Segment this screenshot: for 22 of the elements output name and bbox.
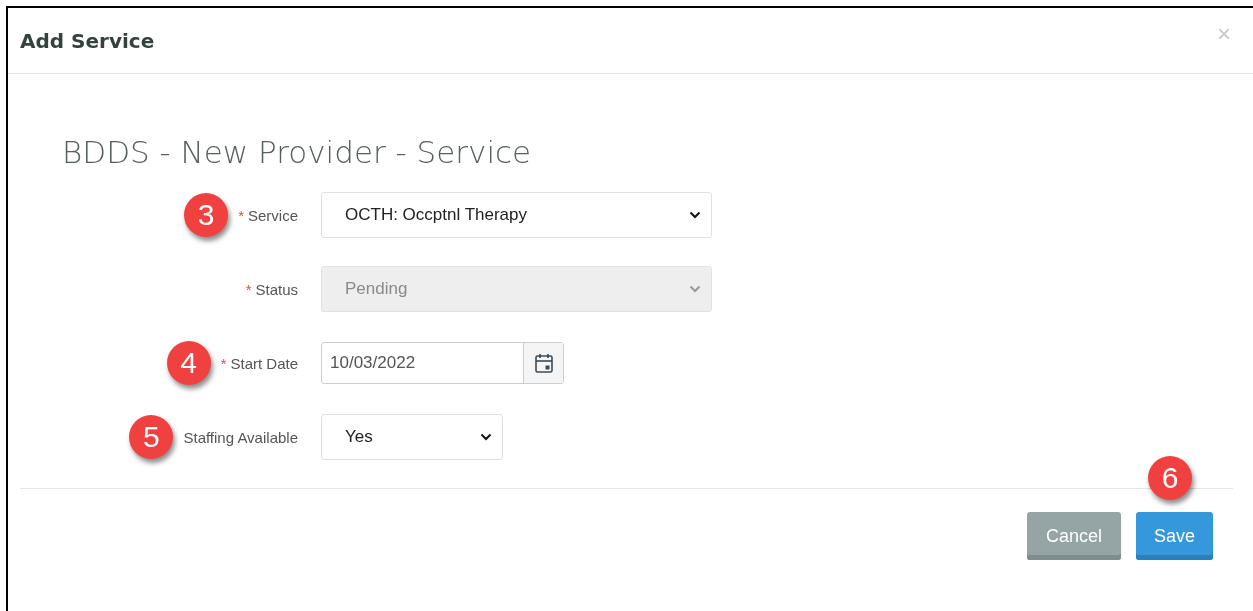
required-asterisk: * bbox=[220, 354, 227, 372]
callout-badge: 6 bbox=[1148, 456, 1192, 500]
dropdown-field[interactable]: Yes bbox=[321, 414, 503, 460]
required-asterisk: * bbox=[245, 280, 252, 298]
calendar-icon bbox=[534, 353, 553, 373]
dropdown-field[interactable]: OCTH: Occptnl Therapy bbox=[321, 192, 712, 238]
field-label: Staffing Available bbox=[183, 428, 298, 446]
calendar-button[interactable] bbox=[523, 343, 563, 383]
form-heading: BDDS - New Provider - Service bbox=[62, 134, 533, 170]
required-asterisk: * bbox=[238, 206, 244, 224]
callout-badge: 4 bbox=[166, 341, 211, 385]
date-field[interactable]: 10/03/2022 bbox=[321, 342, 564, 384]
callout-badge: 3 bbox=[184, 193, 229, 237]
field-label: Service bbox=[247, 206, 298, 224]
chevron-icon bbox=[480, 433, 492, 441]
field-label: Start Date bbox=[230, 354, 298, 372]
cancel-button[interactable]: Cancel bbox=[1027, 512, 1121, 560]
dialog-title: Add Service bbox=[20, 28, 155, 53]
chevron-icon bbox=[689, 285, 701, 293]
callout-badge: 5 bbox=[129, 415, 174, 459]
chevron-icon bbox=[689, 211, 701, 219]
field-label: Status bbox=[255, 280, 298, 298]
